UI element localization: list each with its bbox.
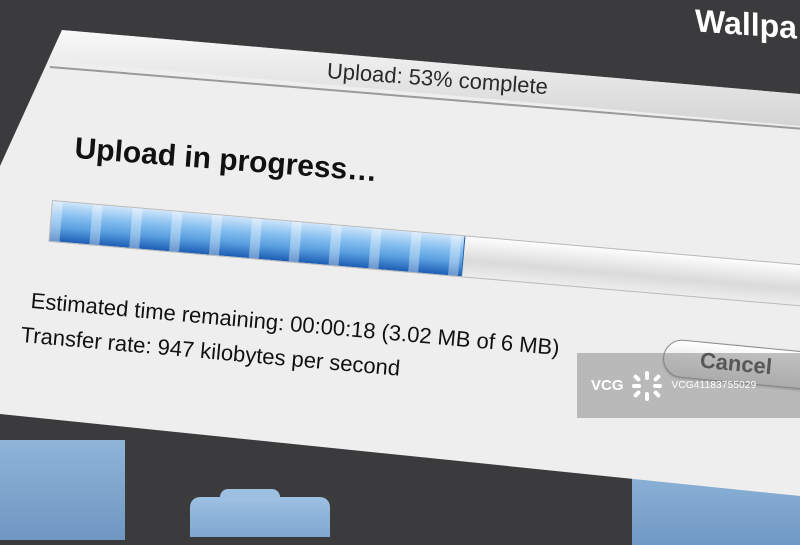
upload-dialog: Upload: 53% complete Upload in progress…… bbox=[0, 30, 800, 496]
progress-fill bbox=[49, 201, 466, 277]
watermark-brand: VCG bbox=[591, 377, 624, 394]
upload-heading: Upload in progress… bbox=[73, 132, 379, 189]
folder-icon bbox=[190, 489, 330, 537]
watermark-code: VCG41183755029 bbox=[671, 380, 757, 391]
watermark: VCG VCG41183755029 bbox=[577, 353, 800, 418]
upload-progress-bar bbox=[48, 200, 800, 309]
background-window-panel bbox=[0, 440, 125, 540]
watermark-logo-icon bbox=[631, 370, 662, 401]
background-window-title: Wallpa bbox=[695, 2, 797, 46]
